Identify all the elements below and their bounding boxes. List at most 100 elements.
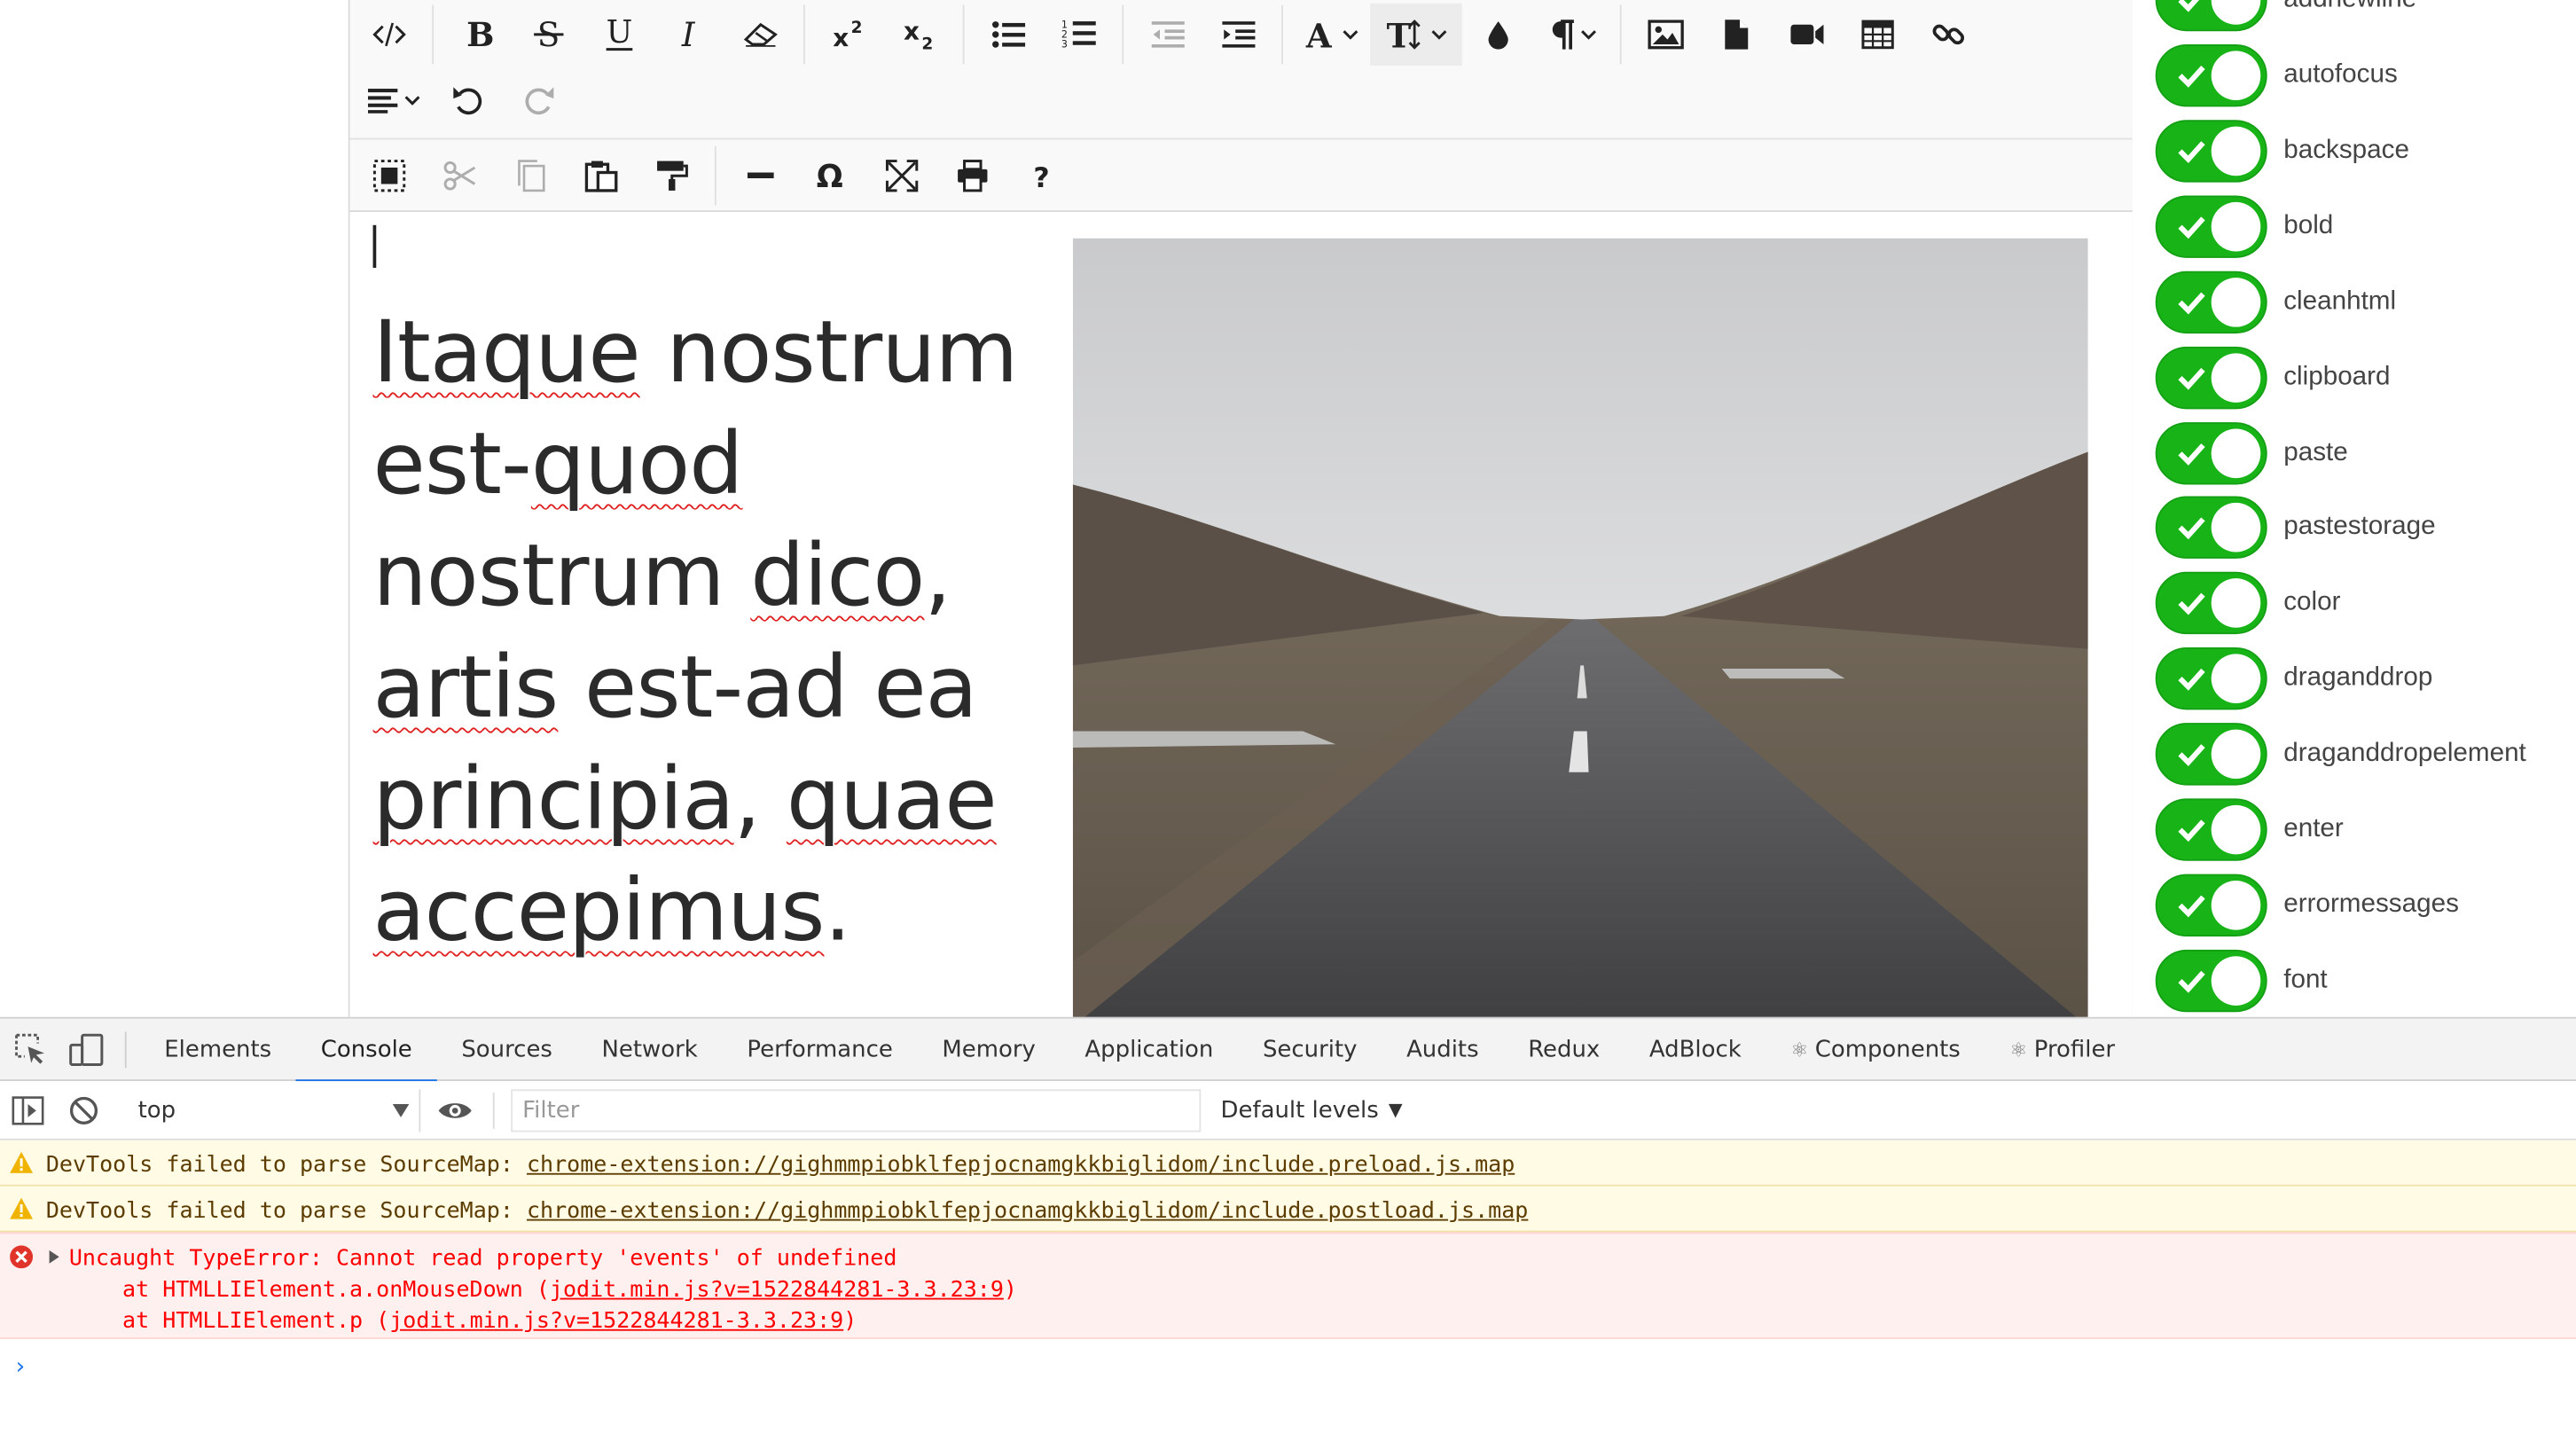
- plugin-row-backspace[interactable]: backspace: [2155, 114, 2409, 189]
- cut-button[interactable]: [424, 144, 495, 206]
- expand-error-arrow-icon[interactable]: [49, 1250, 59, 1264]
- select-all-button[interactable]: [353, 144, 424, 206]
- print-button[interactable]: [936, 144, 1007, 206]
- plugin-row-draganddropelement[interactable]: draganddropelement: [2155, 717, 2526, 792]
- plugin-row-autofocus[interactable]: autofocus: [2155, 38, 2398, 114]
- plugin-row-cleanhtml[interactable]: cleanhtml: [2155, 264, 2396, 340]
- bold-button[interactable]: B: [442, 4, 513, 66]
- undo-button[interactable]: [432, 69, 503, 131]
- stack-link[interactable]: jodit.min.js?v=1522844281-3.3.23:9: [550, 1277, 1004, 1304]
- indent-button[interactable]: [1202, 4, 1273, 66]
- plugin-toggle[interactable]: [2155, 270, 2267, 333]
- about-button[interactable]: ?: [1007, 144, 1078, 206]
- plugin-row-paste[interactable]: paste: [2155, 415, 2348, 490]
- sourcemap-link[interactable]: chrome-extension://gighmmpiobklfepjocnam…: [527, 1198, 1528, 1225]
- strikethrough-button[interactable]: S: [513, 4, 583, 66]
- device-toolbar-button[interactable]: [59, 1018, 115, 1080]
- plugin-toggle[interactable]: [2155, 0, 2267, 32]
- tab-elements[interactable]: Elements: [139, 1018, 295, 1080]
- stack-link[interactable]: jodit.min.js?v=1522844281-3.3.23:9: [389, 1308, 843, 1335]
- plugin-toggle[interactable]: [2155, 497, 2267, 560]
- content-paragraph[interactable]: Itaque nostrum est-quod nostrum dico, ar…: [373, 297, 1063, 968]
- outdent-icon: [1150, 21, 1184, 48]
- tab-performance[interactable]: Performance: [723, 1018, 918, 1080]
- underline-button[interactable]: U: [583, 4, 654, 66]
- tab-redux[interactable]: Redux: [1503, 1018, 1625, 1080]
- plugin-toggle[interactable]: [2155, 572, 2267, 635]
- tab-network[interactable]: Network: [577, 1018, 723, 1080]
- align-button[interactable]: [353, 69, 432, 131]
- subscript-button[interactable]: x2: [884, 4, 955, 66]
- plugin-toggle[interactable]: [2155, 195, 2267, 258]
- console-warning: DevTools failed to parse SourceMap: chro…: [0, 1186, 2576, 1233]
- plugin-row-color[interactable]: color: [2155, 566, 2340, 641]
- italic-button[interactable]: I: [654, 4, 724, 66]
- tab-application[interactable]: Application: [1061, 1018, 1239, 1080]
- plugin-row-font[interactable]: font: [2155, 943, 2328, 1018]
- symbol-button[interactable]: Ω: [795, 144, 866, 206]
- clear-console-button[interactable]: [56, 1078, 112, 1140]
- plugin-toggle[interactable]: [2155, 647, 2267, 710]
- plugin-toggle[interactable]: [2155, 346, 2267, 409]
- tab-security[interactable]: Security: [1238, 1018, 1382, 1080]
- tab-console[interactable]: Console: [295, 1018, 437, 1082]
- plugin-row-addnewline[interactable]: addnewline: [2155, 0, 2416, 38]
- paste-icon: [583, 160, 617, 192]
- plugin-toggle[interactable]: [2155, 949, 2267, 1012]
- plugin-row-draganddrop[interactable]: draganddrop: [2155, 641, 2432, 717]
- toggle-knob: [2211, 955, 2261, 1006]
- copy-format-button[interactable]: [636, 144, 707, 206]
- svg-text:2: 2: [920, 35, 932, 53]
- tab-components[interactable]: ⚛ Components: [1766, 1018, 1985, 1080]
- editor-content[interactable]: Itaque nostrum est-quod nostrum dico, ar…: [349, 211, 2133, 1019]
- svg-text:Ω: Ω: [816, 159, 842, 192]
- plugin-toggle[interactable]: [2155, 44, 2267, 107]
- console-prompt[interactable]: ›: [13, 1354, 27, 1381]
- unordered-list-button[interactable]: [973, 4, 1044, 66]
- image-button[interactable]: [1630, 4, 1701, 66]
- copy-button[interactable]: [495, 144, 566, 206]
- ordered-list-button[interactable]: 123: [1043, 4, 1114, 66]
- road-image[interactable]: [1072, 238, 2088, 1019]
- tab-profiler[interactable]: ⚛ Profiler: [1985, 1018, 2140, 1080]
- fullscreen-button[interactable]: [865, 144, 936, 206]
- superscript-button[interactable]: x2: [813, 4, 884, 66]
- tab-adblock[interactable]: AdBlock: [1625, 1018, 1766, 1080]
- font-button[interactable]: A: [1291, 4, 1370, 66]
- plugin-label: pastestorage: [2283, 513, 2436, 542]
- console-filter-input[interactable]: Filter: [511, 1088, 1202, 1132]
- plugin-row-errormessages[interactable]: errormessages: [2155, 867, 2459, 943]
- tab-memory[interactable]: Memory: [918, 1018, 1061, 1080]
- inspect-element-button[interactable]: [4, 1018, 59, 1080]
- text-cursor: [372, 224, 376, 268]
- paragraph-button[interactable]: [1533, 4, 1612, 66]
- plugin-toggle[interactable]: [2155, 874, 2267, 936]
- paste-button[interactable]: [565, 144, 636, 206]
- font-size-button[interactable]: T: [1370, 3, 1462, 67]
- horizontal-rule-button[interactable]: [724, 144, 795, 206]
- video-button[interactable]: [1771, 4, 1842, 66]
- show-sidebar-button[interactable]: [0, 1078, 56, 1140]
- redo-button[interactable]: [503, 69, 574, 131]
- live-expression-button[interactable]: [427, 1078, 483, 1140]
- source-button[interactable]: [353, 4, 424, 66]
- plugin-row-bold[interactable]: bold: [2155, 189, 2333, 264]
- plugin-toggle[interactable]: [2155, 723, 2267, 786]
- brush-button[interactable]: [1462, 4, 1533, 66]
- file-button[interactable]: [1701, 4, 1772, 66]
- plugin-toggle[interactable]: [2155, 120, 2267, 183]
- eraser-button[interactable]: [724, 4, 795, 66]
- plugin-row-pastestorage[interactable]: pastestorage: [2155, 490, 2436, 566]
- tab-audits[interactable]: Audits: [1382, 1018, 1503, 1080]
- plugin-row-clipboard[interactable]: clipboard: [2155, 340, 2391, 415]
- execution-context-select[interactable]: top: [118, 1088, 421, 1132]
- plugin-row-enter[interactable]: enter: [2155, 792, 2344, 867]
- plugin-toggle[interactable]: [2155, 421, 2267, 484]
- tab-sources[interactable]: Sources: [437, 1018, 577, 1080]
- outdent-button[interactable]: [1131, 4, 1202, 66]
- table-button[interactable]: [1842, 4, 1913, 66]
- log-levels-dropdown[interactable]: Default levels ▼: [1221, 1097, 1403, 1124]
- sourcemap-link[interactable]: chrome-extension://gighmmpiobklfepjocnam…: [527, 1152, 1515, 1179]
- link-button[interactable]: [1913, 4, 1984, 66]
- plugin-toggle[interactable]: [2155, 798, 2267, 861]
